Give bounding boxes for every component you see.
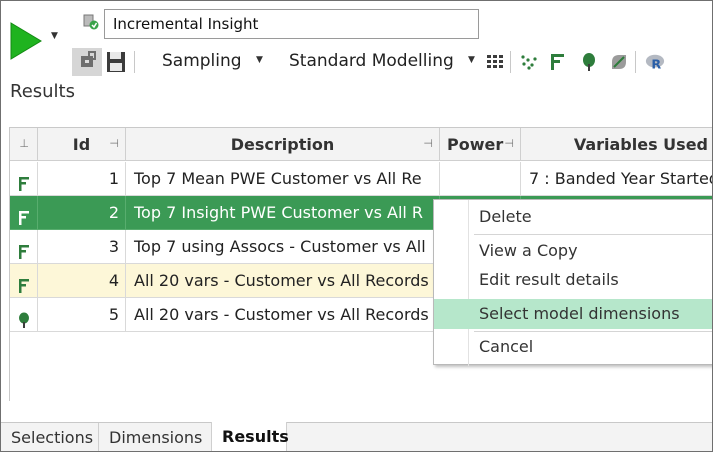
pin-icon[interactable]: ⊣ xyxy=(109,137,119,150)
results-heading: Results xyxy=(10,81,75,102)
lock-button[interactable] xyxy=(72,48,102,76)
bottom-tab-bar: Selections Dimensions Results xyxy=(1,422,712,451)
tab-dimensions[interactable]: Dimensions xyxy=(99,423,212,451)
row-description: Top 7 using Assocs - Customer vs All xyxy=(126,230,440,264)
pin-icon[interactable]: ⊣ xyxy=(423,137,433,150)
modelling-dropdown-arrow[interactable]: ▼ xyxy=(468,55,475,65)
filter-model-icon xyxy=(17,204,31,229)
tab-selections[interactable]: Selections xyxy=(1,423,99,451)
model-name-input[interactable] xyxy=(104,9,479,39)
save-icon[interactable] xyxy=(106,51,126,73)
row-description: All 20 vars - Customer vs All Records xyxy=(126,298,440,332)
row-id: 3 xyxy=(38,230,126,264)
play-icon[interactable] xyxy=(9,21,43,61)
row-icon-cell xyxy=(10,264,38,298)
menu-item-view-copy[interactable]: View a Copy xyxy=(434,236,712,266)
column-header-variables-used[interactable]: Variables Used xyxy=(521,128,712,161)
filter-model-icon xyxy=(17,170,31,195)
pin-icon[interactable]: ⊥ xyxy=(19,137,29,150)
column-header-pin[interactable]: ⊥ xyxy=(10,128,38,161)
row-power xyxy=(440,162,521,196)
run-dropdown-arrow[interactable]: ▼ xyxy=(51,31,58,41)
row-variables-used: 7 : Banded Year Started xyxy=(521,162,712,196)
model-document-icon xyxy=(83,14,99,30)
menu-item-edit-details[interactable]: Edit result details xyxy=(434,265,712,295)
table-row[interactable]: 1 Top 7 Mean PWE Customer vs All Re 7 : Ba… xyxy=(10,162,712,196)
filter-model-icon xyxy=(17,238,31,263)
grid-icon[interactable] xyxy=(485,52,505,72)
tree-model-icon[interactable] xyxy=(579,52,599,72)
menu-item-select-dimensions[interactable]: Select model dimensions xyxy=(434,299,712,329)
row-description: All 20 vars - Customer vs All Records xyxy=(126,264,440,298)
menu-item-delete[interactable]: Delete xyxy=(434,202,712,232)
results-window: ▼ Sampling ▼ Standard Modelling ▼ xyxy=(0,0,713,452)
context-menu: Delete View a Copy Edit result details S… xyxy=(433,199,712,366)
scatter-icon[interactable] xyxy=(519,52,539,72)
filter-model-icon[interactable] xyxy=(547,52,567,72)
column-header-description[interactable]: Description ⊣ xyxy=(126,128,440,161)
svg-text:R: R xyxy=(651,56,661,71)
row-icon-cell xyxy=(10,298,38,332)
row-icon-cell xyxy=(10,230,38,264)
sampling-dropdown[interactable]: Sampling xyxy=(162,51,242,71)
column-header-id[interactable]: Id ⊣ xyxy=(38,128,126,161)
sampling-dropdown-arrow[interactable]: ▼ xyxy=(256,55,263,65)
row-id: 2 xyxy=(38,196,126,230)
menu-item-cancel[interactable]: Cancel xyxy=(434,332,712,362)
toolbar-separator xyxy=(134,51,135,73)
toolbar-separator xyxy=(635,51,636,73)
row-icon-cell xyxy=(10,196,38,230)
pin-icon[interactable]: ⊣ xyxy=(504,137,514,150)
lock-icon xyxy=(81,51,96,67)
column-header-power[interactable]: Power ⊣ xyxy=(440,128,521,161)
tree-model-icon xyxy=(17,306,31,331)
row-id: 1 xyxy=(38,162,126,196)
row-description: Top 7 Insight PWE Customer vs All R xyxy=(126,196,440,230)
row-id: 5 xyxy=(38,298,126,332)
menu-separator xyxy=(474,234,712,235)
r-icon[interactable]: R xyxy=(645,52,665,72)
row-id: 4 xyxy=(38,264,126,298)
modelling-dropdown[interactable]: Standard Modelling xyxy=(289,51,454,71)
row-description: Top 7 Mean PWE Customer vs All Re xyxy=(126,162,440,196)
shape-icon[interactable] xyxy=(609,52,629,72)
row-icon-cell xyxy=(10,162,38,196)
tab-results[interactable]: Results xyxy=(211,422,289,451)
filter-model-icon xyxy=(17,272,31,297)
toolbar-separator xyxy=(510,51,511,73)
